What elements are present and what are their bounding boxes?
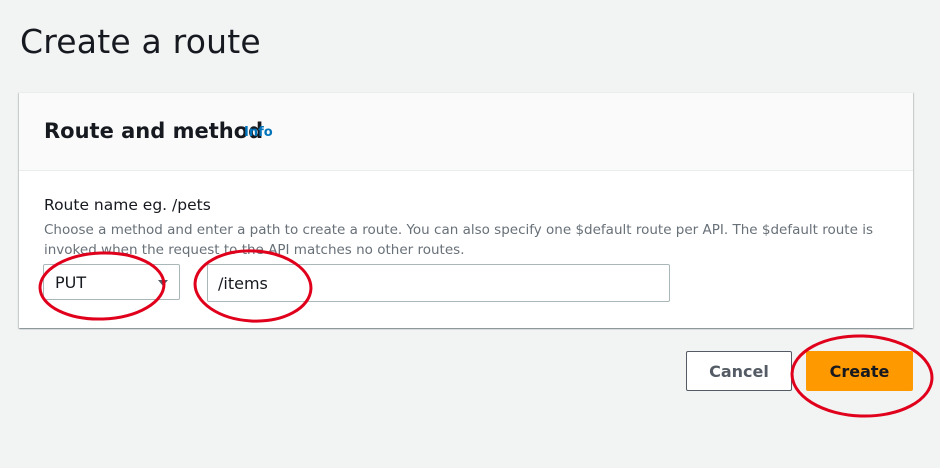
route-name-label: Route name eg. /pets — [44, 196, 211, 214]
panel-header: Route and method Info — [19, 93, 913, 171]
route-name-description: Choose a method and enter a path to crea… — [44, 222, 873, 258]
cancel-button[interactable]: Cancel — [686, 351, 792, 391]
info-link[interactable]: Info — [244, 125, 273, 140]
route-path-input[interactable] — [207, 264, 670, 302]
caret-down-icon — [158, 280, 168, 286]
panel-title: Route and method — [44, 119, 264, 143]
route-method-panel: Route and method Info Route name eg. /pe… — [19, 92, 913, 328]
method-select-value: PUT — [55, 273, 87, 292]
method-select[interactable]: PUT — [43, 264, 180, 300]
create-button[interactable]: Create — [806, 351, 913, 391]
page-title: Create a route — [20, 22, 261, 61]
